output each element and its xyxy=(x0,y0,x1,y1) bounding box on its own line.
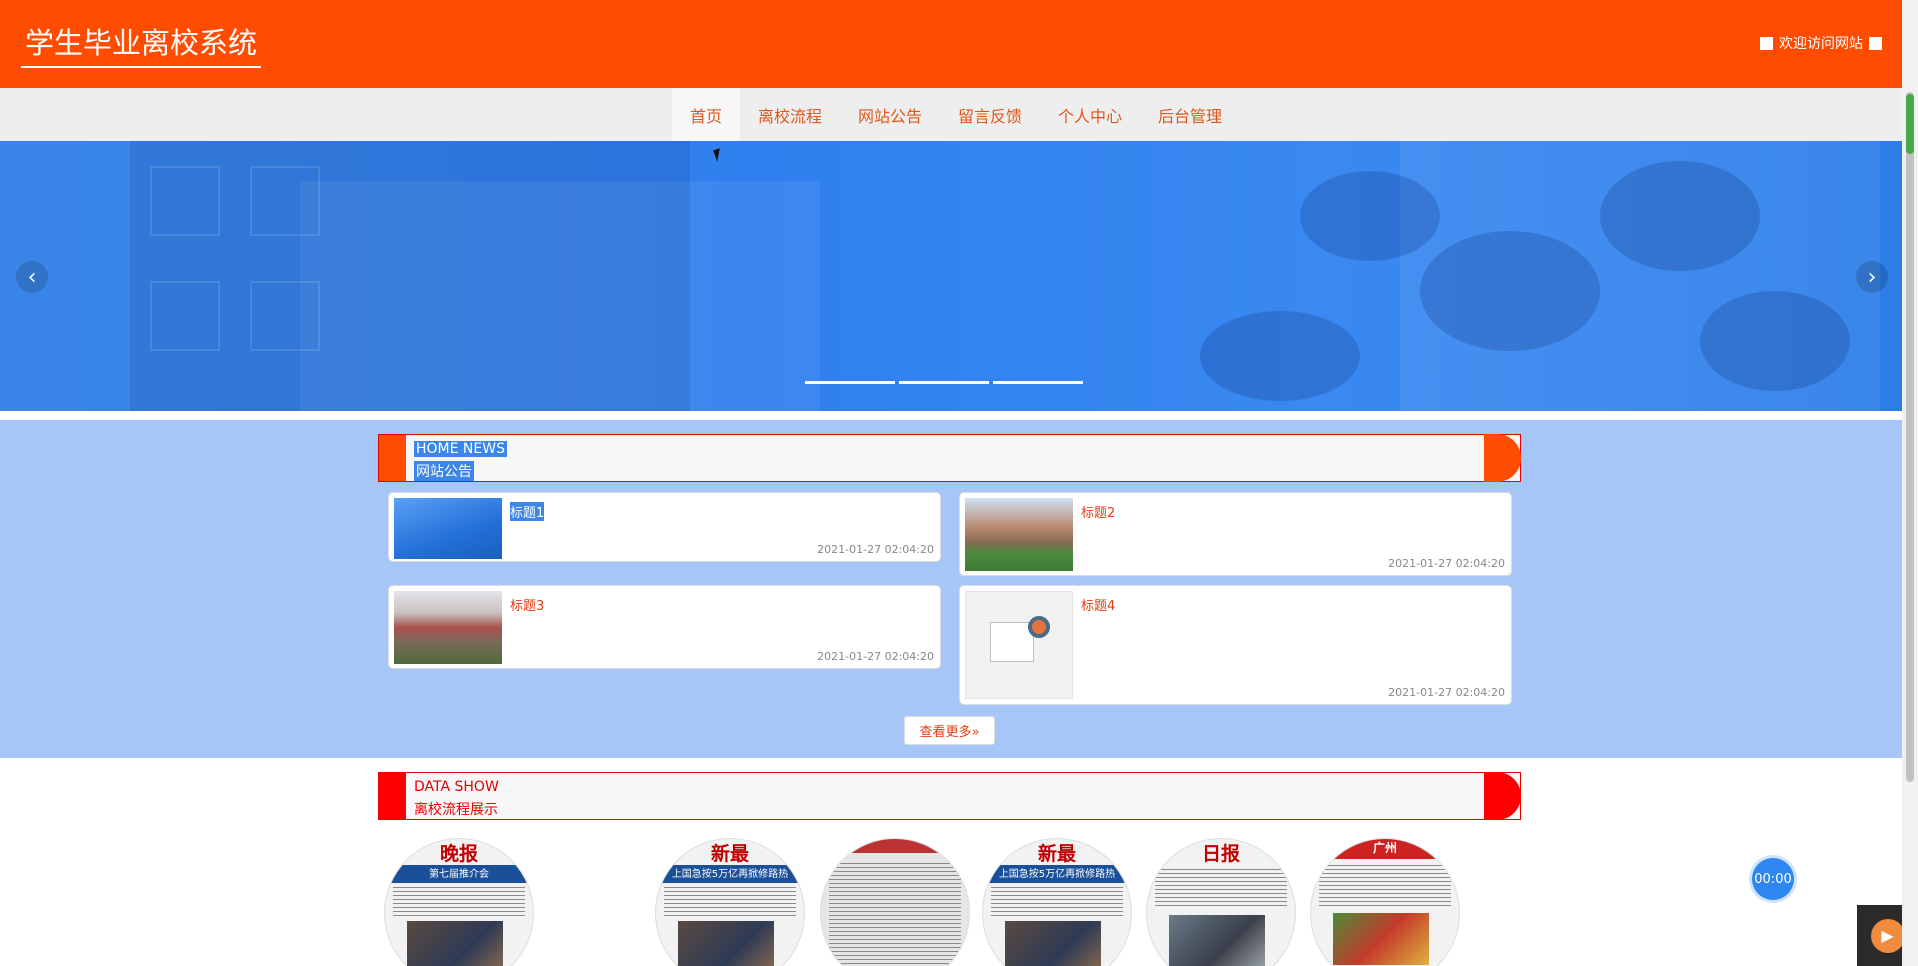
banner-foliage-shape xyxy=(1300,171,1440,261)
news-section-header: HOME NEWS 网站公告 xyxy=(378,434,1521,482)
newspaper-text-lines xyxy=(1155,869,1287,909)
scrollbar-thumb[interactable] xyxy=(1906,92,1914,782)
nav-item-profile[interactable]: 个人中心 xyxy=(1040,88,1140,141)
news-thumbnail xyxy=(965,498,1073,571)
nav-item-process[interactable]: 离校流程 xyxy=(740,88,840,141)
data-show-header: DATA SHOW 离校流程展示 xyxy=(378,772,1521,820)
process-image-item[interactable]: 广州 xyxy=(1310,838,1460,966)
chevron-right-icon[interactable]: › xyxy=(1856,261,1888,293)
site-header: 学生毕业离校系统 欢迎访问网站 xyxy=(0,0,1902,88)
banner-window-shape xyxy=(150,281,220,351)
process-image-item[interactable]: 晚报 第七届推介会 xyxy=(384,838,534,966)
chevron-left-icon[interactable]: ‹ xyxy=(16,261,48,293)
news-card[interactable]: 标题2 2021-01-27 02:04:20 xyxy=(959,492,1512,576)
carousel-indicator[interactable] xyxy=(899,381,989,384)
site-title[interactable]: 学生毕业离校系统 xyxy=(21,20,262,68)
newspaper-photo xyxy=(1333,913,1429,965)
square-icon xyxy=(1869,36,1882,50)
banner-foliage-shape xyxy=(1420,231,1600,351)
newspaper-masthead: 新最 xyxy=(710,843,749,865)
carousel-indicators xyxy=(805,381,1083,384)
newspaper-masthead xyxy=(821,839,969,853)
header-accent-cap xyxy=(1484,434,1521,482)
header-accent-bar xyxy=(379,435,406,481)
nav-item-announcements[interactable]: 网站公告 xyxy=(840,88,940,141)
banner-foliage-shape xyxy=(1600,161,1760,271)
news-thumbnail xyxy=(965,591,1073,699)
newspaper-photo xyxy=(407,921,503,966)
header-accent-bar xyxy=(379,773,406,819)
banner-foliage-shape xyxy=(1700,291,1850,391)
banner-foliage-shape xyxy=(1200,311,1360,401)
news-card[interactable]: 标题4 2021-01-27 02:04:20 xyxy=(959,585,1512,705)
newspaper-masthead: 广州 xyxy=(1311,839,1459,859)
process-image-item[interactable]: 新最 上国急按5万亿再掀修路热 xyxy=(655,838,805,966)
section-title-cn: 网站公告 xyxy=(414,461,474,481)
carousel-indicator[interactable] xyxy=(993,381,1083,384)
banner-window-shape xyxy=(250,281,320,351)
news-title[interactable]: 标题2 xyxy=(1081,502,1115,521)
news-title[interactable]: 标题3 xyxy=(510,595,544,614)
nav-list: 首页 离校流程 网站公告 留言反馈 个人中心 后台管理 xyxy=(671,88,1240,141)
welcome-banner: 欢迎访问网站 xyxy=(1760,33,1882,53)
newspaper-headline: 第七届推介会 xyxy=(385,865,533,883)
banner-window-shape xyxy=(150,166,220,236)
page-scrollbar[interactable] xyxy=(1902,0,1918,966)
main-nav: 首页 离校流程 网站公告 留言反馈 个人中心 后台管理 xyxy=(0,88,1902,141)
carousel-indicator[interactable] xyxy=(805,381,895,384)
newspaper-text-lines xyxy=(829,863,961,966)
banner-carousel[interactable]: ‹ › xyxy=(0,141,1902,411)
process-image-item[interactable]: 新最 上国急按5万亿再掀修路热 xyxy=(982,838,1132,966)
nav-item-admin[interactable]: 后台管理 xyxy=(1140,88,1240,141)
news-section: HOME NEWS 网站公告 标题1 2021-01-27 02:04:20 标… xyxy=(0,420,1902,758)
process-image-item[interactable] xyxy=(820,838,970,966)
section-title-en: HOME NEWS xyxy=(414,441,507,457)
newspaper-masthead: 晚报 xyxy=(439,843,478,865)
nav-item-feedback[interactable]: 留言反馈 xyxy=(940,88,1040,141)
newspaper-text-lines xyxy=(664,887,796,917)
news-thumbnail xyxy=(394,498,502,559)
section-title-cn: 离校流程展示 xyxy=(414,802,498,818)
news-date: 2021-01-27 02:04:20 xyxy=(817,543,934,556)
newspaper-photo xyxy=(1005,921,1101,966)
banner-building-shape xyxy=(300,181,820,411)
welcome-text: 欢迎访问网站 xyxy=(1779,36,1863,52)
newspaper-headline: 上国急按5万亿再掀修路热 xyxy=(983,865,1131,883)
news-thumbnail xyxy=(394,591,502,664)
process-image-item[interactable]: 日报 xyxy=(1146,838,1296,966)
square-icon xyxy=(1760,36,1773,50)
newspaper-text-lines xyxy=(393,887,525,917)
news-title[interactable]: 标题4 xyxy=(1081,595,1115,614)
newspaper-text-lines xyxy=(1319,865,1451,909)
play-icon[interactable]: ▶ xyxy=(1870,918,1905,953)
scrollbar-indicator xyxy=(1906,94,1914,154)
news-card[interactable]: 标题3 2021-01-27 02:04:20 xyxy=(388,585,941,669)
newspaper-photo xyxy=(678,921,774,966)
newspaper-headline: 上国急按5万亿再掀修路热 xyxy=(656,865,804,883)
magnifier-icon xyxy=(1028,616,1050,638)
newspaper-photo xyxy=(1169,915,1265,966)
news-card[interactable]: 标题1 2021-01-27 02:04:20 xyxy=(388,492,941,562)
news-date: 2021-01-27 02:04:20 xyxy=(1388,557,1505,570)
timer-widget[interactable]: 00:00 xyxy=(1752,858,1794,900)
news-title[interactable]: 标题1 xyxy=(510,502,545,521)
view-more-button[interactable]: 查看更多» xyxy=(904,716,995,745)
news-date: 2021-01-27 02:04:20 xyxy=(1388,686,1505,699)
banner-window-shape xyxy=(250,166,320,236)
header-accent-cap xyxy=(1484,772,1521,820)
nav-item-home[interactable]: 首页 xyxy=(671,88,740,141)
news-date: 2021-01-27 02:04:20 xyxy=(817,650,934,663)
section-title-en: DATA SHOW xyxy=(414,779,499,795)
divider xyxy=(0,411,1902,420)
newspaper-text-lines xyxy=(991,887,1123,917)
newspaper-masthead: 日报 xyxy=(1201,843,1240,865)
newspaper-masthead: 新最 xyxy=(1037,843,1076,865)
